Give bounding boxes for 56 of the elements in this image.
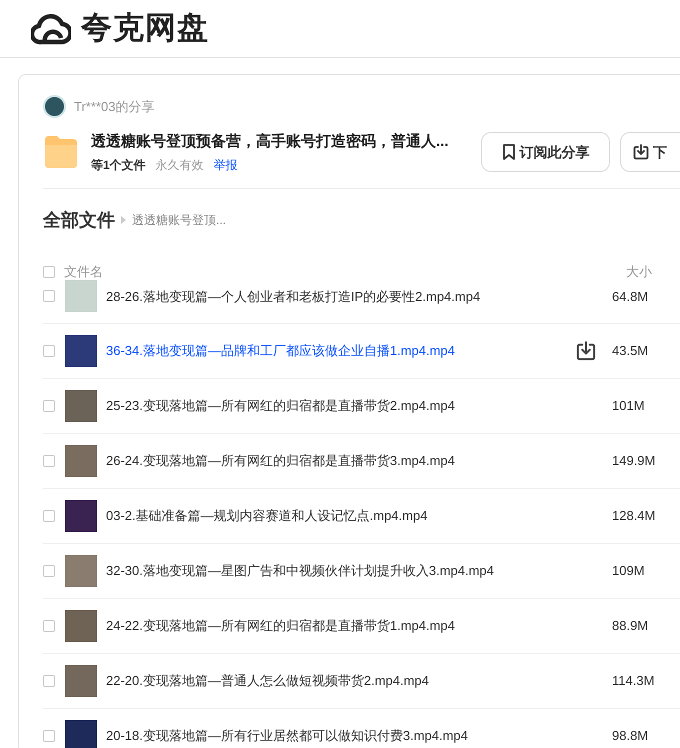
chevron-right-icon bbox=[121, 216, 126, 224]
row-checkbox[interactable] bbox=[43, 730, 55, 742]
file-name[interactable]: 28-26.落地变现篇—个人创业者和老板打造IP的必要性2.mp4.mp4 bbox=[106, 286, 566, 306]
video-thumbnail bbox=[65, 444, 97, 476]
video-thumbnail bbox=[65, 500, 97, 532]
video-thumbnail bbox=[65, 334, 97, 366]
row-checkbox[interactable] bbox=[43, 454, 55, 466]
file-name[interactable]: 26-24.变现落地篇—所有网红的归宿都是直播带货3.mp4.mp4 bbox=[106, 450, 566, 470]
row-checkbox[interactable] bbox=[43, 344, 55, 356]
file-size: 64.8M bbox=[612, 288, 648, 306]
file-size: 114.3M bbox=[612, 672, 654, 690]
row-checkbox[interactable] bbox=[43, 674, 55, 686]
download-icon[interactable] bbox=[576, 340, 596, 360]
subscribe-button[interactable]: 订阅此分享 bbox=[481, 132, 610, 172]
validity-text: 永久有效 bbox=[156, 156, 204, 174]
row-checkbox[interactable] bbox=[43, 400, 55, 412]
bookmark-icon bbox=[502, 144, 516, 160]
file-name[interactable]: 25-23.变现落地篇—所有网红的归宿都是直播带货2.mp4.mp4 bbox=[106, 396, 566, 416]
select-all-checkbox[interactable] bbox=[43, 266, 55, 278]
file-name[interactable]: 36-34.落地变现篇—品牌和工厂都应该做企业自播1.mp4.mp4 bbox=[106, 340, 566, 360]
file-name[interactable]: 32-30.落地变现篇—星图广告和中视频伙伴计划提升收入3.mp4.mp4 bbox=[106, 560, 566, 580]
share-owner: Tr***03的分享 bbox=[74, 98, 154, 116]
file-size: 43.5M bbox=[612, 342, 648, 360]
column-header: 大小 bbox=[626, 262, 652, 281]
breadcrumb-current[interactable]: 透透糖账号登顶... bbox=[132, 211, 226, 229]
report-link[interactable]: 举报 bbox=[214, 156, 238, 174]
logo-text: 夸克网盘 bbox=[81, 9, 209, 48]
cloud-logo-icon bbox=[31, 12, 71, 44]
video-thumbnail bbox=[65, 390, 97, 422]
row-checkbox[interactable] bbox=[43, 620, 55, 632]
download-button[interactable]: 下 bbox=[620, 132, 680, 172]
file-size: 149.9M bbox=[612, 452, 656, 470]
file-size: 128.4M bbox=[612, 506, 656, 525]
file-size: 101M bbox=[612, 396, 645, 415]
file-size: 98.8M bbox=[612, 726, 648, 745]
avatar bbox=[43, 95, 66, 118]
video-thumbnail bbox=[65, 610, 97, 642]
folder-icon bbox=[43, 135, 79, 170]
file-name[interactable]: 24-22.变现落地篇—所有网红的归宿都是直播带货1.mp4.mp4 bbox=[106, 616, 566, 636]
download-icon bbox=[633, 144, 649, 160]
share-title: 透透糖账号登顶预备营，高手账号打造密码，普通人... bbox=[91, 132, 450, 152]
column-header: 文件名 bbox=[64, 262, 104, 281]
video-thumbnail bbox=[65, 554, 97, 586]
video-thumbnail bbox=[65, 720, 97, 748]
row-checkbox[interactable] bbox=[43, 510, 55, 522]
file-name[interactable]: 20-18.变现落地篇—所有行业居然都可以做知识付费3.mp4.mp4 bbox=[106, 726, 566, 746]
video-thumbnail bbox=[65, 280, 97, 312]
file-name[interactable]: 03-2.基础准备篇—规划内容赛道和人设记忆点.mp4.mp4 bbox=[106, 506, 566, 526]
file-count: 等1个文件 bbox=[91, 156, 146, 174]
file-size: 109M bbox=[612, 562, 645, 580]
file-size: 88.9M bbox=[612, 616, 648, 635]
file-name[interactable]: 22-20.变现落地篇—普通人怎么做短视频带货2.mp4.mp4 bbox=[106, 670, 566, 690]
row-checkbox[interactable] bbox=[43, 564, 55, 576]
breadcrumb-root[interactable]: 全部文件 bbox=[43, 206, 115, 234]
video-thumbnail bbox=[65, 664, 97, 696]
row-checkbox[interactable] bbox=[43, 290, 55, 302]
